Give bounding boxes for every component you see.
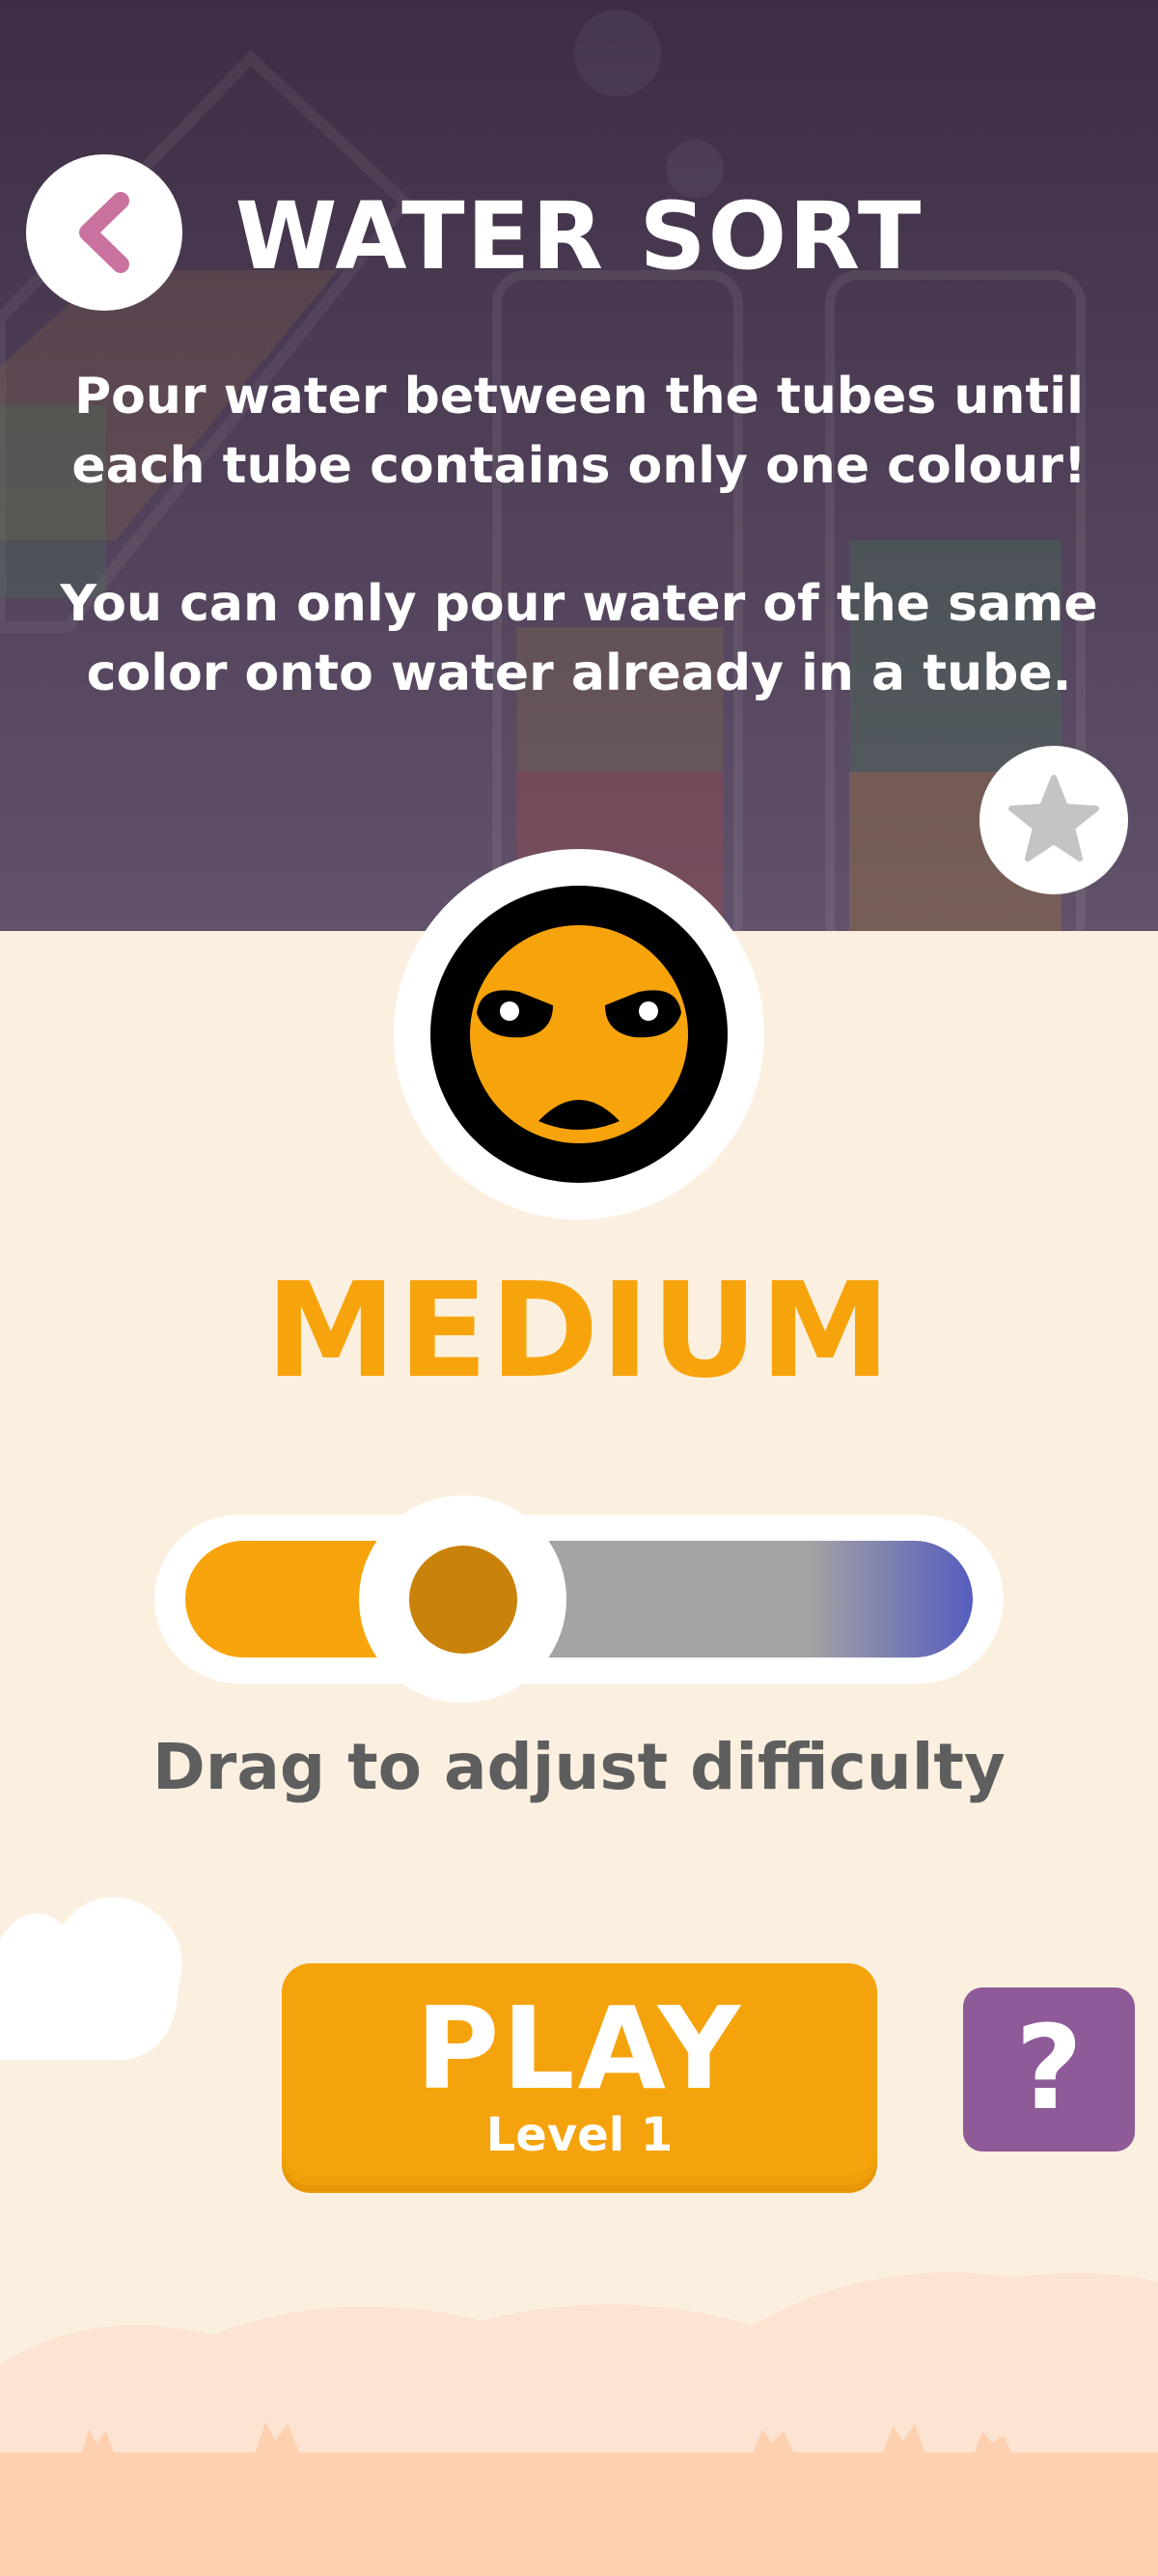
grumpy-face-icon bbox=[430, 886, 728, 1183]
difficulty-label: MEDIUM bbox=[265, 1255, 893, 1408]
difficulty-face-badge bbox=[394, 849, 764, 1219]
level-label: Level 1 bbox=[485, 2108, 674, 2162]
instruction-line-1: Pour water between the tubes until bbox=[74, 368, 1084, 425]
back-button[interactable] bbox=[26, 154, 182, 311]
difficulty-slider[interactable] bbox=[154, 1495, 1004, 1703]
chevron-left-icon bbox=[79, 192, 129, 273]
instruction-line-3: You can only pour water of the same bbox=[60, 575, 1098, 633]
difficulty-slider-handle[interactable] bbox=[359, 1495, 566, 1703]
help-button[interactable]: ? bbox=[963, 1987, 1135, 2151]
play-label: PLAY bbox=[415, 1982, 744, 2115]
play-button[interactable]: PLAY Level 1 bbox=[282, 1963, 877, 2185]
difficulty-slider-knob bbox=[409, 1546, 517, 1654]
page-title: WATER SORT bbox=[234, 182, 924, 290]
star-icon bbox=[1008, 775, 1099, 862]
instruction-line-4: color onto water already in a tube. bbox=[86, 644, 1072, 702]
favorite-button[interactable] bbox=[979, 746, 1128, 894]
header-banner: WATER SORT Pour water between the tubes … bbox=[0, 0, 1158, 931]
difficulty-slider-bar bbox=[185, 1541, 973, 1658]
slider-hint: Drag to adjust difficulty bbox=[152, 1730, 1006, 1804]
instruction-line-2: each tube contains only one colour! bbox=[71, 437, 1087, 495]
